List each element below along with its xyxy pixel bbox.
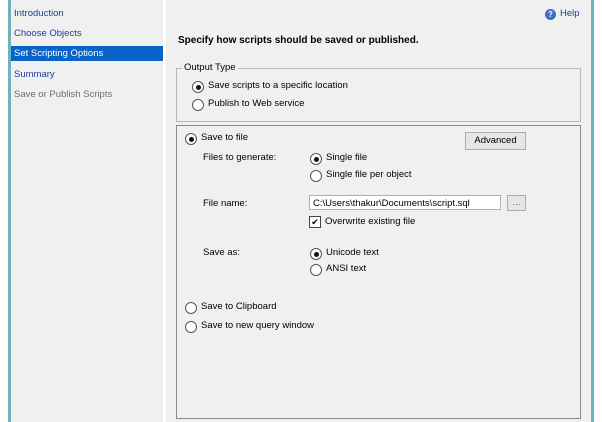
background-window-edge-right [594,0,602,422]
divider [163,0,166,422]
nav-item-save-or-publish: Save or Publish Scripts [14,89,113,100]
help-icon: ? [545,9,556,20]
single-file-label: Single file [326,152,368,163]
nav-item-set-scripting-options[interactable]: Set Scripting Options [11,46,163,61]
overwrite-label: Overwrite existing file [325,216,416,227]
unicode-text-label: Unicode text [326,247,379,258]
overwrite-checkbox[interactable]: ✔ [309,216,321,228]
save-to-file-radio[interactable] [185,133,197,145]
save-to-file-label: Save to file [201,132,248,143]
save-to-query-window-radio[interactable] [185,321,197,333]
file-name-label: File name: [203,198,248,209]
nav-item-introduction[interactable]: Introduction [11,6,163,21]
ansi-text-label: ANSI text [326,263,367,274]
nav-item-choose-objects[interactable]: Choose Objects [11,26,163,41]
single-file-per-object-label: Single file per object [326,169,412,180]
advanced-button[interactable]: Advanced [465,132,526,150]
save-to-location-label: Save scripts to a specific location [208,80,348,91]
unicode-text-radio[interactable] [310,248,322,260]
output-type-legend: Output Type [182,62,238,73]
wizard-nav: Introduction Choose Objects Set Scriptin… [11,0,163,422]
publish-web-label: Publish to Web service [208,98,305,109]
background-window-edge [0,0,8,422]
publish-web-radio[interactable] [192,99,204,111]
file-name-input[interactable]: C:\Users\thakur\Documents\script.sql [309,195,501,210]
save-to-clipboard-label: Save to Clipboard [201,301,277,312]
ansi-text-radio[interactable] [310,264,322,276]
browse-button[interactable]: ... [507,195,526,211]
save-as-label: Save as: [203,247,240,258]
nav-item-summary[interactable]: Summary [11,67,163,82]
page-title: Specify how scripts should be saved or p… [178,35,419,46]
help-label: Help [560,8,580,19]
save-to-query-window-label: Save to new query window [201,320,315,331]
save-to-location-radio[interactable] [192,81,204,93]
save-to-clipboard-radio[interactable] [185,302,197,314]
files-to-generate-label: Files to generate: [203,152,277,163]
output-type-group [176,68,581,122]
single-file-per-object-radio[interactable] [310,170,322,182]
single-file-radio[interactable] [310,153,322,165]
